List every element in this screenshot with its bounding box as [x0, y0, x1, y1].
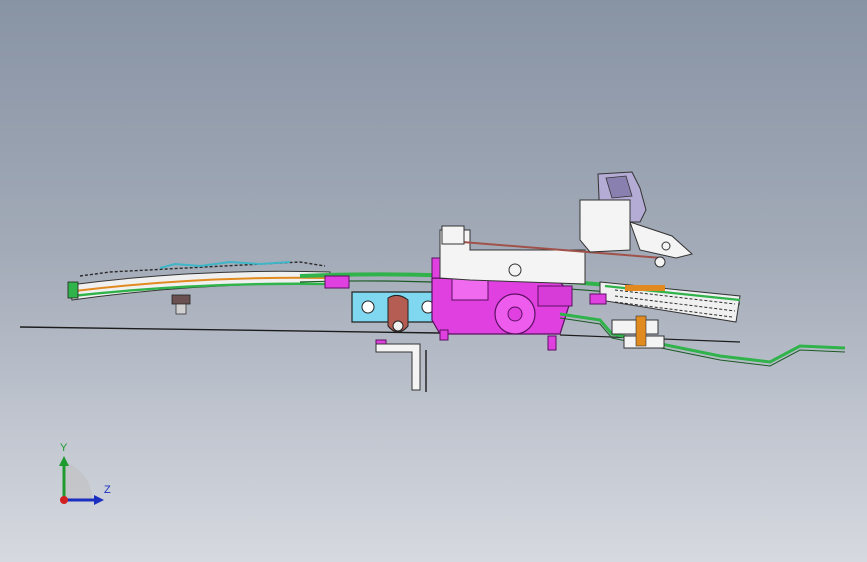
rust-lever[interactable]	[387, 294, 409, 333]
z-axis-head	[94, 495, 104, 505]
triad-origin	[60, 496, 68, 504]
cable-clip[interactable]	[611, 315, 665, 349]
y-axis-label: Y	[60, 442, 68, 454]
view-triad: Y Z	[48, 440, 118, 510]
left-rack-arm[interactable]	[67, 260, 331, 315]
triad-graphic	[59, 456, 104, 505]
reference-line	[19, 326, 441, 334]
z-axis-label: Z	[104, 484, 111, 496]
cad-assembly-model[interactable]	[0, 0, 867, 562]
cad-viewport[interactable]: Y Z	[0, 0, 867, 562]
y-axis-head	[59, 456, 69, 466]
green-cable	[559, 312, 846, 364]
right-rack-arm[interactable]	[599, 281, 741, 323]
l-bolt	[375, 343, 421, 391]
triad-plane	[64, 462, 93, 500]
